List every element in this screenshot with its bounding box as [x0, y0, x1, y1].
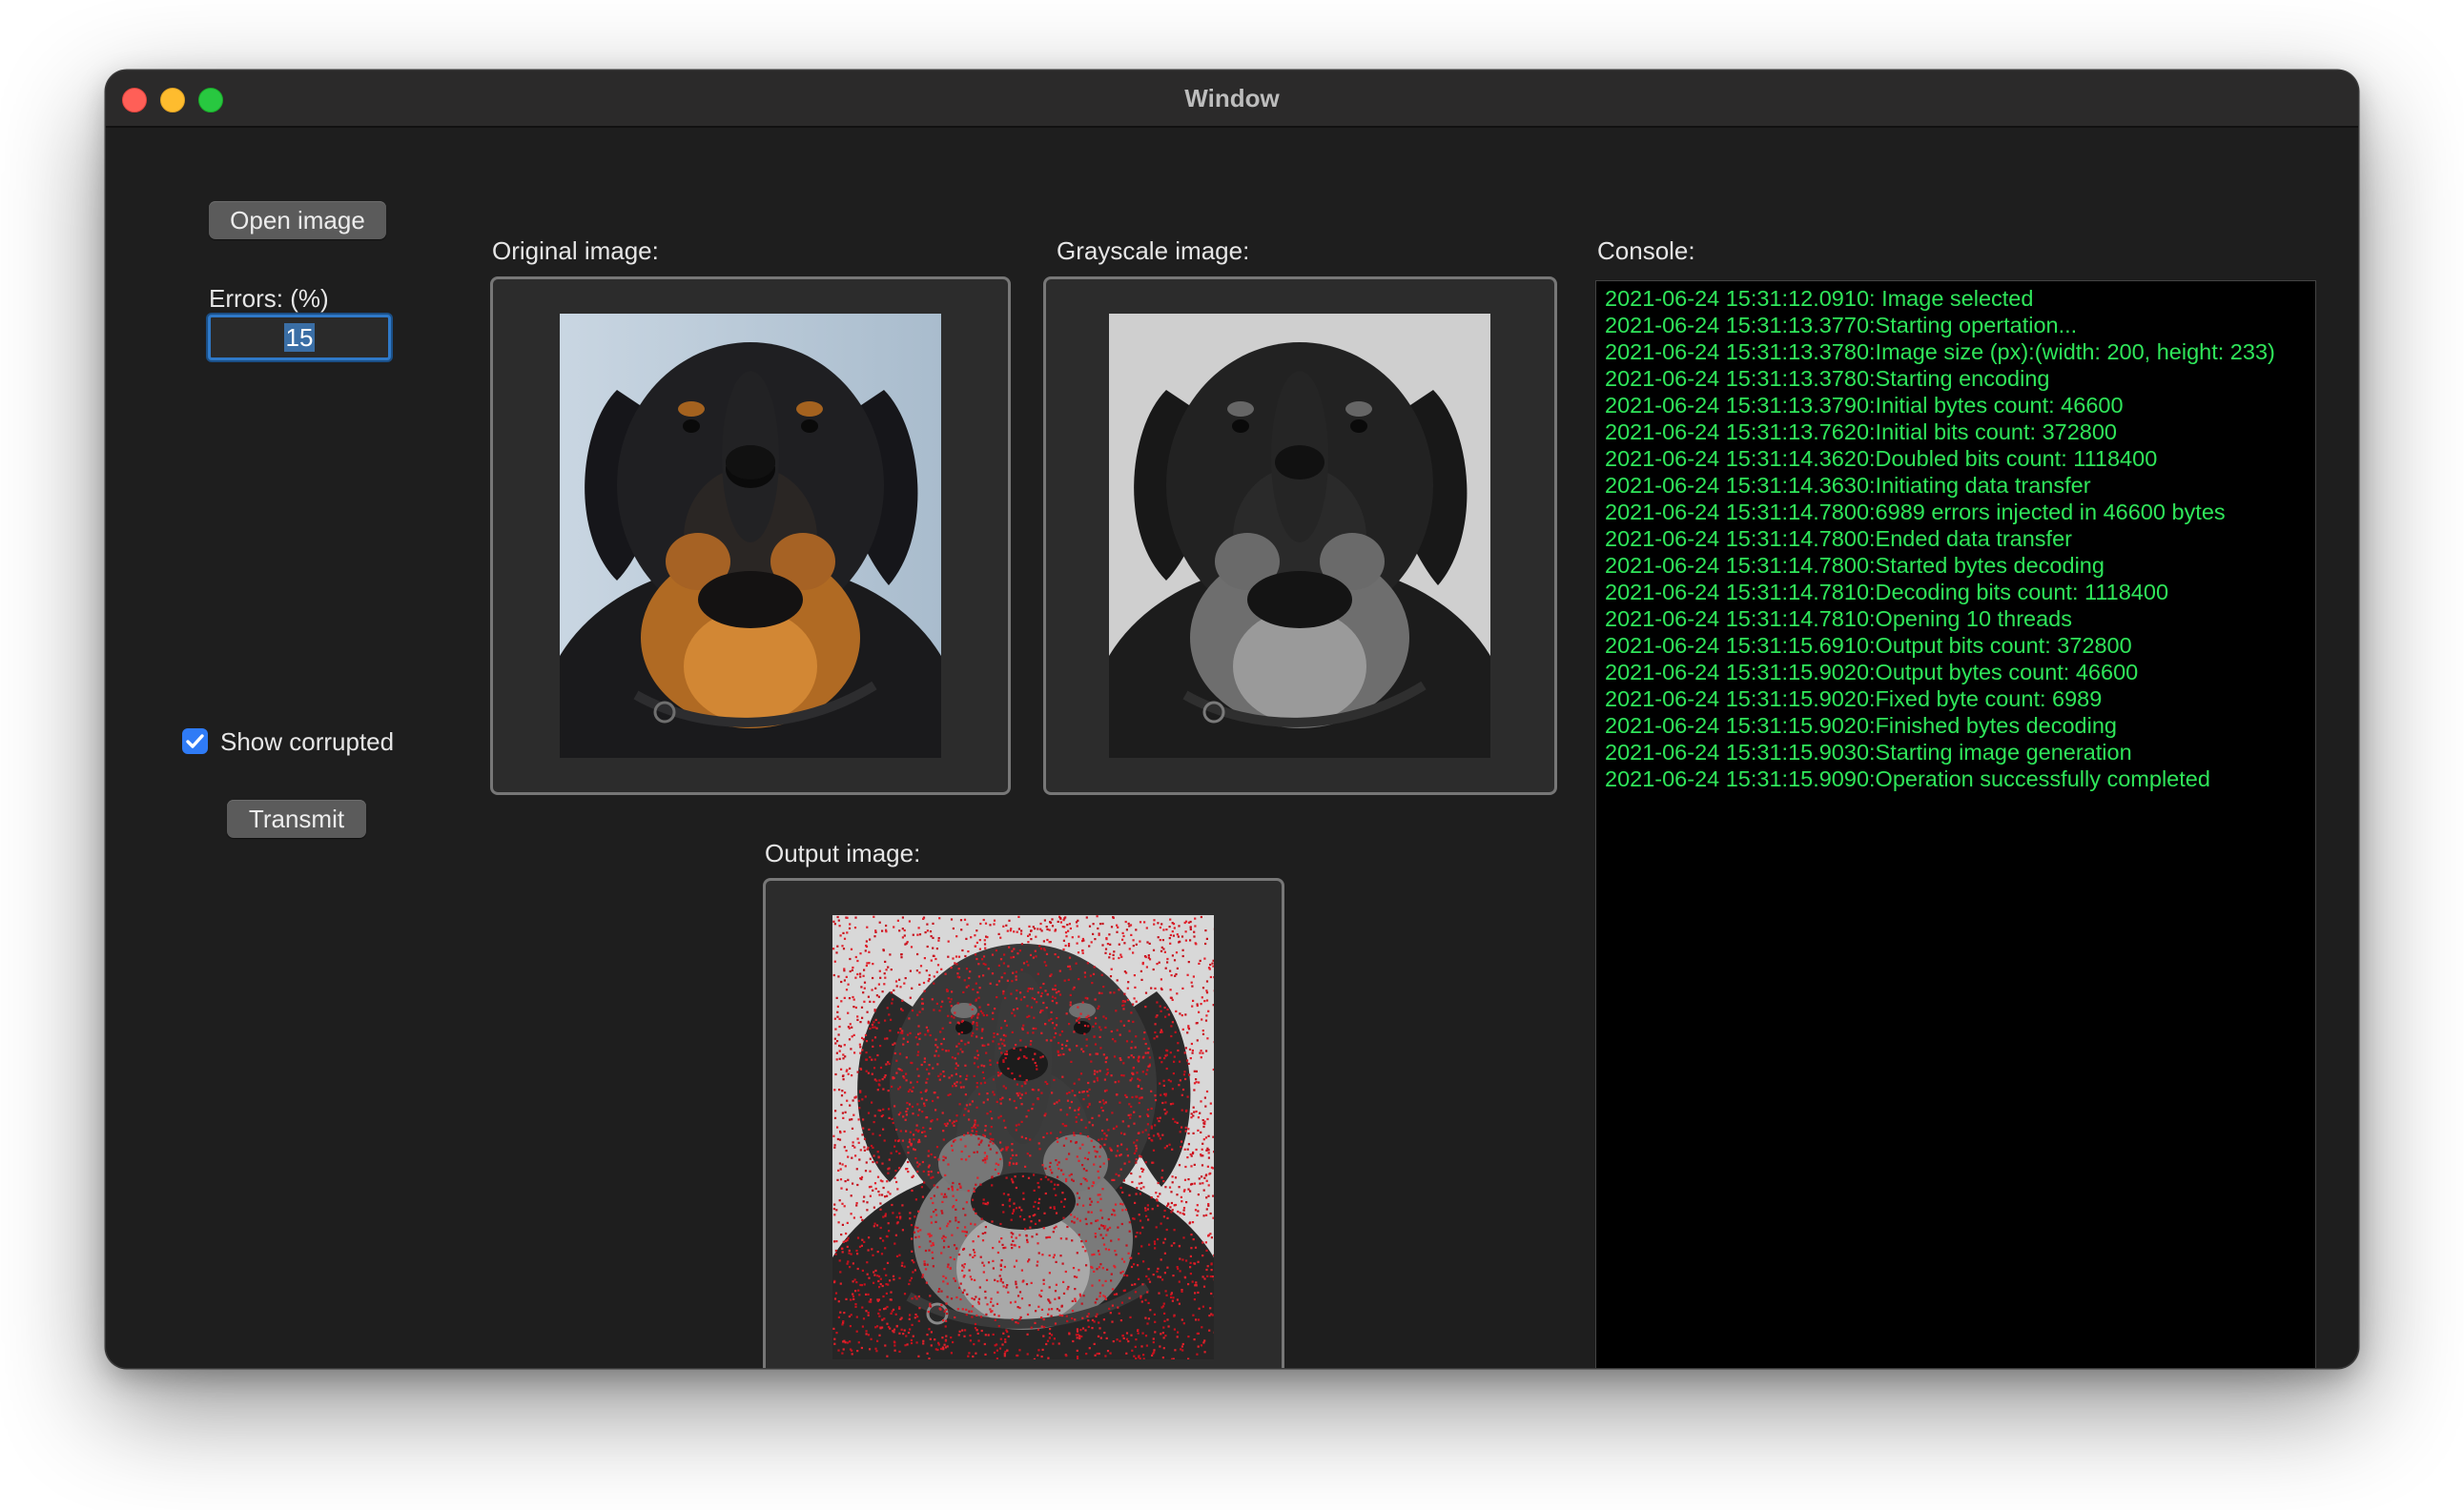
original-image-panel [490, 276, 1011, 795]
console-line: 2021-06-24 15:31:15.9020:Fixed byte coun… [1605, 686, 2103, 711]
console-line: 2021-06-24 15:31:14.7800:Started bytes d… [1605, 553, 2105, 578]
show-corrupted-label: Show corrupted [220, 727, 395, 756]
original-image-label: Original image: [492, 236, 659, 265]
console-line: 2021-06-24 15:31:14.7800:Ended data tran… [1605, 526, 2072, 551]
console-line: 2021-06-24 15:31:13.3780:Starting encodi… [1605, 366, 2050, 391]
console-line: 2021-06-24 15:31:15.6910:Output bits cou… [1605, 633, 2132, 658]
console-line: 2021-06-24 15:31:12.0910: Image selected [1605, 286, 2034, 311]
output-image-panel [763, 878, 1284, 1368]
window-title: Window [1184, 84, 1280, 112]
original-dog-image [560, 314, 941, 758]
console-line: 2021-06-24 15:31:14.3630:Initiating data… [1605, 473, 2091, 498]
errors-input[interactable]: 15 [208, 315, 391, 360]
console-line: 2021-06-24 15:31:13.3780:Image size (px)… [1605, 339, 2275, 364]
console-line: 2021-06-24 15:31:14.7810:Decoding bits c… [1605, 580, 2169, 604]
output-image-label: Output image: [765, 839, 921, 867]
open-image-button[interactable]: Open image [209, 201, 386, 239]
app-window: Window Open image Errors: (%) 15 Show co… [106, 71, 2358, 1368]
console-line: 2021-06-24 15:31:15.9090:Operation succe… [1605, 766, 2210, 791]
console-line: 2021-06-24 15:31:15.9030:Starting image … [1605, 740, 2132, 765]
grayscale-image-panel [1043, 276, 1557, 795]
console-line: 2021-06-24 15:31:13.3790:Initial bytes c… [1605, 393, 2124, 418]
errors-label: Errors: (%) [209, 284, 329, 313]
transmit-button[interactable]: Transmit [227, 800, 366, 838]
console-label: Console: [1597, 236, 1695, 265]
title-bar: Window [106, 71, 2358, 128]
console-line: 2021-06-24 15:31:13.7620:Initial bits co… [1605, 419, 2118, 444]
output-dog-image [832, 915, 1214, 1359]
errors-value: 15 [283, 323, 316, 352]
console-line: 2021-06-24 15:31:14.7800:6989 errors inj… [1605, 500, 2226, 524]
grayscale-dog-image [1109, 314, 1490, 758]
console-line: 2021-06-24 15:31:15.9020:Output bytes co… [1605, 660, 2139, 684]
console-output[interactable]: 2021-06-24 15:31:12.0910: Image selected… [1595, 280, 2316, 1368]
console-line: 2021-06-24 15:31:15.9020:Finished bytes … [1605, 713, 2117, 738]
window-content: Open image Errors: (%) 15 Show corrupted… [106, 128, 2358, 1368]
checkmark-icon [186, 734, 204, 748]
show-corrupted-checkbox[interactable] [182, 728, 208, 754]
console-line: 2021-06-24 15:31:13.3770:Starting operta… [1605, 313, 2078, 337]
console-line: 2021-06-24 15:31:14.7810:Opening 10 thre… [1605, 606, 2072, 631]
grayscale-image-label: Grayscale image: [1057, 236, 1250, 265]
console-line: 2021-06-24 15:31:14.3620:Doubled bits co… [1605, 446, 2158, 471]
